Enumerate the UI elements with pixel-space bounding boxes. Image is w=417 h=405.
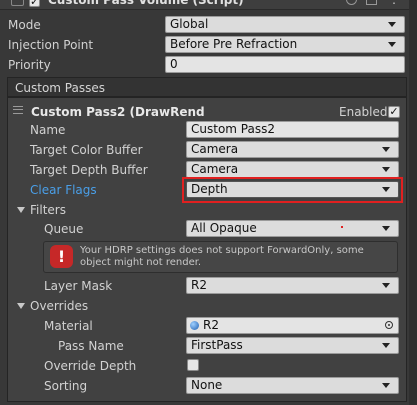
pass-name-dropdown[interactable]: FirstPass — [186, 337, 399, 354]
check-icon: ✓ — [389, 105, 399, 118]
priority-input[interactable]: 0 — [165, 56, 405, 73]
pass-name-label: Pass Name — [58, 339, 124, 353]
filters-label: Filters — [30, 203, 66, 217]
name-label: Name — [30, 123, 66, 137]
chevron-down-icon — [388, 42, 396, 47]
chevron-down-icon — [382, 383, 390, 388]
sorting-value: None — [191, 378, 223, 392]
queue-value: All Opaque — [191, 221, 257, 235]
chevron-down-icon — [382, 167, 390, 172]
check-icon: ✓ — [30, 0, 40, 8]
warning-helpbox: ! Your HDRP settings does not support Fo… — [43, 241, 398, 273]
material-sphere-icon — [190, 321, 199, 330]
name-value: Custom Pass2 — [191, 122, 275, 136]
layer-mask-dropdown[interactable]: R2 — [186, 277, 399, 294]
material-object-field[interactable]: R2 — [186, 317, 399, 334]
queue-label: Queue — [44, 222, 84, 236]
target-color-buffer-value: Camera — [191, 142, 239, 156]
layer-mask-label: Layer Mask — [44, 279, 113, 293]
custom-passes-title: Custom Passes — [15, 81, 105, 95]
material-label: Material — [44, 319, 93, 333]
chevron-down-icon — [388, 22, 396, 27]
help-icon[interactable] — [346, 0, 357, 5]
sorting-dropdown[interactable]: None — [186, 377, 399, 394]
queue-dropdown[interactable]: All Opaque — [186, 220, 399, 237]
drag-handle-line — [13, 109, 23, 110]
chevron-down-icon — [382, 147, 390, 152]
priority-value: 0 — [170, 57, 178, 71]
injection-point-label: Injection Point — [8, 38, 94, 52]
warning-text: Your HDRP settings does not support Forw… — [80, 245, 364, 268]
modified-marker — [341, 226, 343, 228]
mode-label: Mode — [8, 18, 41, 32]
clear-flags-dropdown[interactable]: Depth — [186, 181, 399, 198]
component-title: Custom Pass Volume (Script) — [48, 0, 244, 7]
override-depth-checkbox[interactable] — [187, 359, 199, 371]
target-color-buffer-dropdown[interactable]: Camera — [186, 141, 399, 158]
component-enabled-checkbox[interactable]: ✓ — [29, 0, 40, 7]
mode-value: Global — [170, 17, 209, 31]
inspector-scrollbar[interactable] — [409, 0, 417, 405]
material-value: R2 — [203, 318, 219, 332]
context-menu-icon[interactable]: ⋮ — [388, 0, 400, 6]
injection-point-dropdown[interactable]: Before Pre Refraction — [165, 36, 405, 53]
overrides-label: Overrides — [30, 299, 89, 313]
script-component-icon — [11, 0, 24, 6]
preset-icon[interactable] — [366, 0, 377, 5]
chevron-down-icon — [382, 283, 390, 288]
chevron-down-icon — [382, 187, 390, 192]
chevron-down-icon — [382, 343, 390, 348]
clear-flags-value: Depth — [191, 182, 228, 196]
filters-foldout-icon[interactable] — [17, 207, 25, 213]
target-depth-buffer-label: Target Depth Buffer — [30, 163, 148, 177]
target-depth-buffer-dropdown[interactable]: Camera — [186, 161, 399, 178]
injection-point-value: Before Pre Refraction — [170, 37, 298, 51]
priority-label: Priority — [8, 58, 51, 72]
object-picker-icon[interactable] — [385, 321, 393, 329]
pass-name-value: FirstPass — [191, 338, 243, 352]
pass-enabled-checkbox[interactable]: ✓ — [388, 106, 400, 118]
enabled-label: Enabled — [339, 105, 388, 119]
chevron-down-icon — [382, 226, 390, 231]
target-depth-buffer-value: Camera — [191, 162, 239, 176]
object-picker-dot — [388, 324, 390, 326]
overrides-foldout-icon[interactable] — [17, 303, 25, 309]
component-header: ✓ Custom Pass Volume (Script) ⋮ — [0, 0, 417, 10]
override-depth-label: Override Depth — [44, 359, 137, 373]
drag-handle-icon[interactable] — [13, 106, 23, 114]
custom-passes-header: Custom Passes — [7, 77, 407, 97]
layer-mask-value: R2 — [191, 278, 207, 292]
sorting-label: Sorting — [44, 379, 88, 393]
error-icon: ! — [50, 245, 73, 268]
custom-pass-title: Custom Pass2 (DrawRend — [31, 105, 205, 119]
clear-flags-label: Clear Flags — [30, 183, 97, 197]
mode-dropdown[interactable]: Global — [165, 16, 405, 33]
target-color-buffer-label: Target Color Buffer — [30, 143, 143, 157]
name-input[interactable]: Custom Pass2 — [186, 121, 399, 138]
